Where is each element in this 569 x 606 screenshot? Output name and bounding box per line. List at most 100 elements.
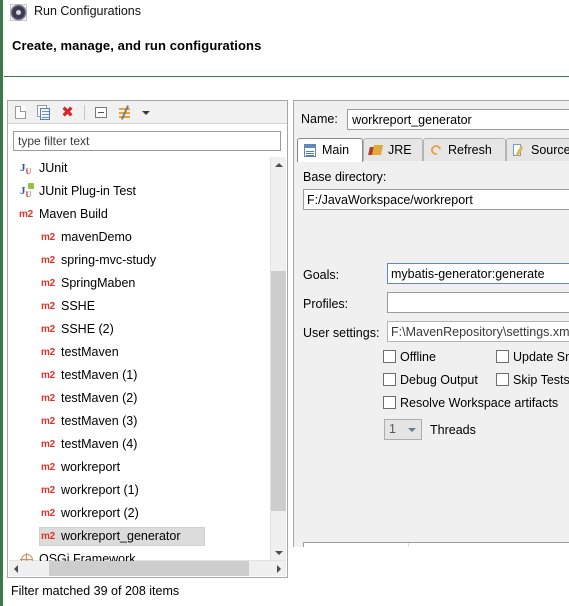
tree-item-mavendemo[interactable]: m2 mavenDemo [9, 226, 267, 249]
junit-icon: JU [20, 162, 32, 177]
resolve-workspace-artifacts-checkbox[interactable]: Resolve Workspace artifacts [383, 395, 558, 411]
tree-item-label: workreport (1) [61, 483, 139, 497]
threads-dropdown[interactable]: 1 [384, 419, 422, 440]
profiles-label: Profiles: [303, 297, 349, 311]
threads-label: Threads [430, 423, 476, 437]
panel-clip-mask [293, 547, 569, 606]
run-configurations-dialog: Run Configurations Create, manage, and r… [0, 0, 569, 606]
scroll-down-button[interactable] [271, 545, 286, 561]
maven-icon: m2 [41, 416, 55, 427]
maven-icon: m2 [41, 347, 55, 358]
page-title: Create, manage, and run configurations [12, 38, 262, 53]
delete-x-icon: ✖ [61, 103, 74, 121]
scroll-right-button[interactable] [270, 561, 286, 576]
tree-item-label: testMaven (2) [61, 391, 138, 405]
offline-checkbox[interactable]: Offline [383, 349, 436, 365]
new-file-icon [15, 106, 26, 119]
filter-input[interactable] [13, 131, 281, 151]
goals-input[interactable] [387, 263, 569, 284]
tree-item-label: mavenDemo [61, 230, 132, 244]
debug-output-checkbox[interactable]: Debug Output [383, 372, 478, 388]
delete-configuration-button[interactable]: ✖ [58, 104, 78, 122]
name-input[interactable] [347, 109, 569, 130]
tree-item-testmaven-2[interactable]: m2 testMaven (2) [9, 387, 267, 410]
tree-item-springmaben[interactable]: m2 SpringMaben [9, 272, 267, 295]
tree-vertical-scrollbar[interactable] [270, 157, 286, 561]
main-tab-icon [303, 143, 318, 158]
window-left-border-inner [3, 0, 4, 606]
tab-source[interactable]: Source [506, 138, 569, 162]
tree-item-testmaven-4[interactable]: m2 testMaven (4) [9, 433, 267, 456]
filter-dropdown-caret[interactable] [138, 104, 158, 122]
debug-output-label: Debug Output [400, 373, 478, 387]
tree-item-workreport-2[interactable]: m2 workreport (2) [9, 502, 267, 525]
name-row: Name: [301, 109, 569, 130]
tree-item-junit[interactable]: JU JUnit [9, 157, 267, 180]
tree-item-label: SSHE [61, 299, 96, 313]
tree-item-junit-plug-in-test[interactable]: JU JUnit Plug-in Test [9, 180, 267, 203]
threads-value: 1 [389, 422, 396, 436]
collapse-all-button[interactable] [92, 104, 112, 122]
tree-item-workreport-generator[interactable]: m2 workreport_generator [9, 525, 267, 548]
new-configuration-button[interactable] [12, 104, 32, 122]
horizontal-scroll-thumb[interactable] [49, 561, 249, 576]
name-label: Name: [301, 112, 338, 126]
tree-item-sshe[interactable]: m2 SSHE [9, 295, 267, 318]
tree-item-label: workreport_generator [61, 529, 181, 543]
skip-tests-checkbox[interactable]: Skip Tests [496, 372, 569, 388]
base-directory-label: Base directory: [303, 170, 387, 184]
tree-item-spring-mvc-study[interactable]: m2 spring-mvc-study [9, 249, 267, 272]
tab-main-label: Main [322, 143, 350, 157]
tree-horizontal-scrollbar[interactable] [9, 560, 286, 576]
tab-source-label: Source [531, 143, 569, 157]
tree-item-testmaven[interactable]: m2 testMaven [9, 341, 267, 364]
jre-tab-icon [368, 143, 384, 158]
checkbox-box [383, 396, 396, 409]
filter-status-text: Filter matched 39 of 208 items [11, 584, 180, 598]
vertical-scroll-thumb[interactable] [271, 271, 286, 511]
title-bar: Run Configurations [4, 0, 569, 26]
user-settings-input[interactable] [387, 321, 569, 342]
tab-jre[interactable]: JRE [363, 138, 423, 162]
update-snapshots-label: Update Snapshots [513, 350, 569, 364]
tree-item-sshe-2[interactable]: m2 SSHE (2) [9, 318, 267, 341]
filter-button[interactable] [116, 104, 136, 122]
window-title: Run Configurations [34, 4, 142, 18]
refresh-tab-icon [429, 143, 444, 158]
chevron-down-icon [408, 428, 416, 432]
maven-icon: m2 [41, 232, 55, 243]
osgi-icon [20, 553, 33, 561]
tree-item-maven-build[interactable]: m2 Maven Build [9, 203, 267, 226]
configuration-editor-panel: Name: Main JRE Refresh [293, 100, 569, 606]
update-snapshots-checkbox[interactable]: Update Snapshots [496, 349, 569, 365]
tab-refresh[interactable]: Refresh [423, 138, 506, 162]
base-directory-input[interactable] [303, 189, 569, 210]
tree-item-label: SpringMaben [61, 276, 136, 290]
collapse-all-icon [95, 107, 107, 118]
tree-item-workreport-1[interactable]: m2 workreport (1) [9, 479, 267, 502]
tree-item-testmaven-1[interactable]: m2 testMaven (1) [9, 364, 267, 387]
duplicate-configuration-button[interactable] [35, 104, 55, 122]
checkbox-box [496, 373, 509, 386]
tree-item-label: spring-mvc-study [61, 253, 157, 267]
user-settings-label: User settings: [303, 326, 380, 340]
maven-icon: m2 [41, 531, 55, 542]
chevron-down-icon [142, 111, 150, 115]
maven-icon: m2 [41, 393, 55, 404]
offline-label: Offline [400, 350, 436, 364]
tree-item-label: testMaven [61, 345, 119, 359]
tab-main[interactable]: Main [297, 138, 363, 162]
maven-icon: m2 [41, 255, 55, 266]
profiles-input[interactable] [387, 292, 569, 313]
tree-item-label: testMaven (1) [61, 368, 138, 382]
tree-item-testmaven-3[interactable]: m2 testMaven (3) [9, 410, 267, 433]
configurations-tree[interactable]: JU JUnit JU JUnit Plug-in Test m2 Maven Build… [9, 157, 286, 561]
tree-item-workreport[interactable]: m2 workreport [9, 456, 267, 479]
configuration-tabs: Main JRE Refresh Source [297, 138, 569, 162]
maven-icon: m2 [41, 508, 55, 519]
scroll-up-button[interactable] [271, 157, 286, 173]
tree-item-label: JUnit [39, 161, 68, 175]
scroll-left-button[interactable] [9, 561, 25, 576]
maven-icon: m2 [41, 439, 55, 450]
tree-item-label: OSGi Framework [39, 552, 136, 561]
